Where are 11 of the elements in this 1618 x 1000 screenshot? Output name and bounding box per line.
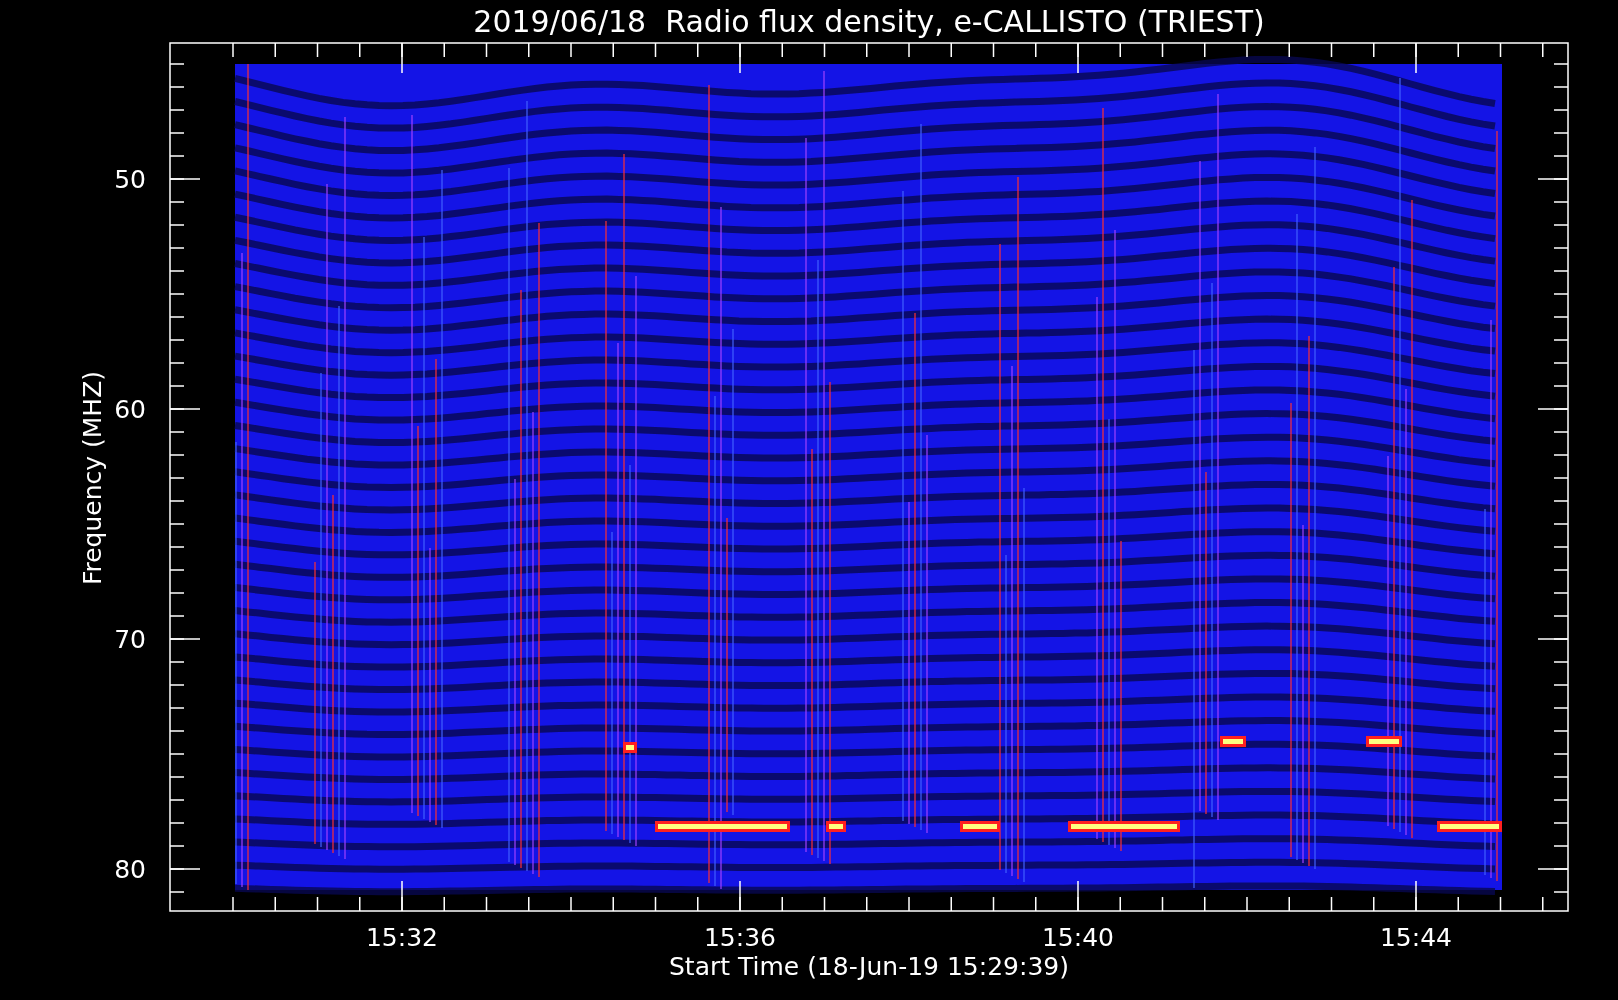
y-tick-label: 70: [114, 625, 146, 654]
y-axis-label: Frequency (MHZ): [78, 370, 107, 586]
y-tick-label: 60: [114, 395, 146, 424]
x-axis-label: Start Time (18-Jun-19 15:29:39): [669, 952, 1069, 981]
x-tick-label: 15:44: [1380, 923, 1452, 952]
plot-title: 2019/06/18 Radio flux density, e-CALLISTO (TRIEST): [473, 4, 1265, 39]
y-tick-label: 80: [114, 855, 146, 884]
x-tick-label: 15:40: [1042, 923, 1114, 952]
x-tick-label: 15:36: [704, 923, 776, 952]
y-tick-label: 50: [114, 165, 146, 194]
x-tick-label: 15:32: [366, 923, 438, 952]
